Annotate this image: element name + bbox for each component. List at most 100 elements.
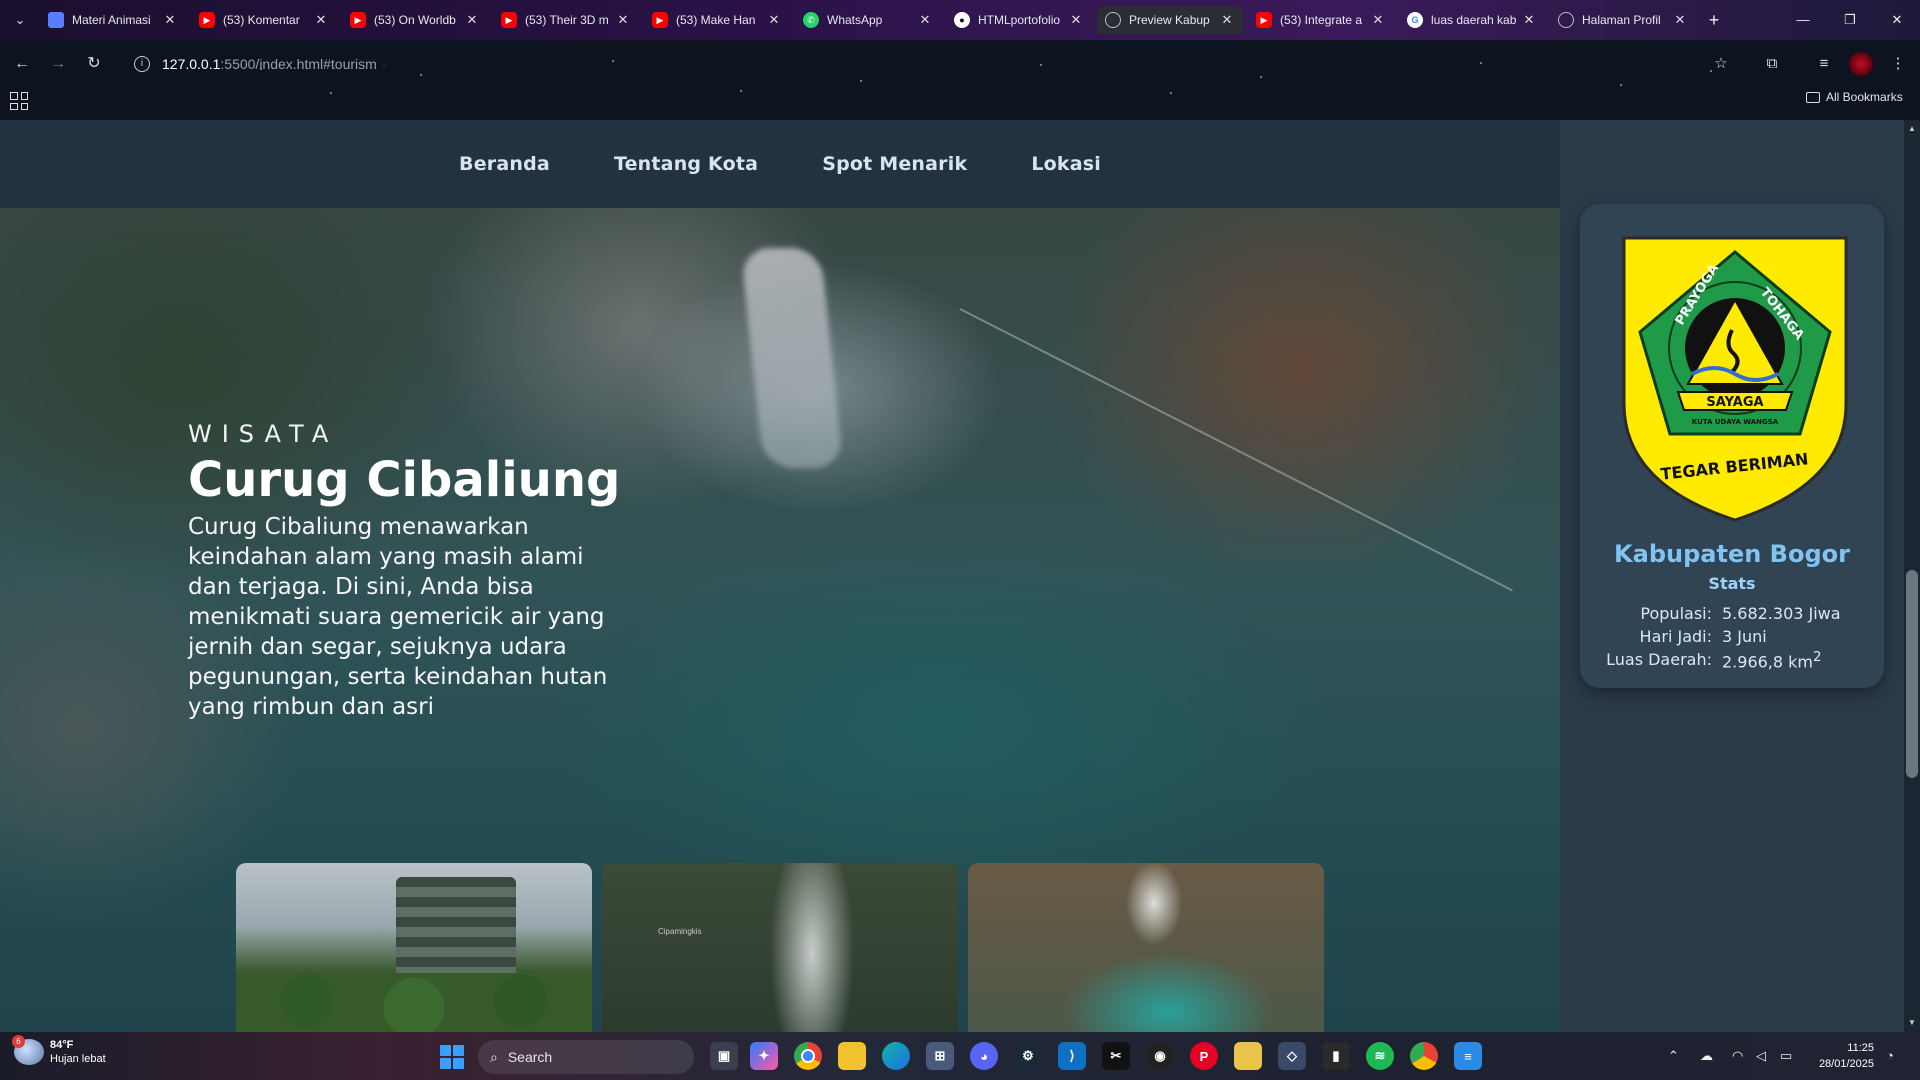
browser-tab[interactable]: ▶ (53) Their 3D m ✕ <box>493 6 639 34</box>
restore-button[interactable]: ❐ <box>1835 8 1865 32</box>
media-controls-icon[interactable]: ≡ <box>1810 50 1838 78</box>
store-icon[interactable]: ⊞ <box>926 1042 954 1070</box>
browser-tab[interactable]: Halaman Profil ✕ <box>1550 6 1696 34</box>
browser-tab[interactable]: ▶ (53) Integrate a ✕ <box>1248 6 1394 34</box>
tab-title: (53) Integrate a <box>1280 13 1363 27</box>
obs-icon[interactable]: ◉ <box>1146 1042 1174 1070</box>
nav-link-beranda[interactable]: Beranda <box>459 153 550 175</box>
globe-icon <box>1558 12 1574 28</box>
tab-close-icon[interactable]: ✕ <box>917 12 933 28</box>
browser-tab[interactable]: ✆ WhatsApp ✕ <box>795 6 941 34</box>
weather-badge: 6 <box>12 1035 25 1048</box>
chrome-active-icon[interactable] <box>1410 1042 1438 1070</box>
url-host: 127.0.0.1 <box>162 56 221 72</box>
nav-link-tentang-kota[interactable]: Tentang Kota <box>614 153 758 175</box>
stat-row-luas-daerah: Luas Daerah: 2.966,8 km2 <box>1580 650 1884 671</box>
chrome-icon[interactable] <box>794 1042 822 1070</box>
volume-icon[interactable]: ◁ <box>1756 1048 1766 1064</box>
tab-close-icon[interactable]: ✕ <box>766 12 782 28</box>
unity-icon[interactable]: ◇ <box>1278 1042 1306 1070</box>
url-path: :5500/index.html#tourism <box>220 56 377 72</box>
onedrive-offline-icon[interactable]: ☁ <box>1700 1048 1713 1064</box>
weather-rain-icon: 6 <box>12 1035 44 1065</box>
tab-close-icon[interactable]: ✕ <box>464 12 480 28</box>
nav-link-lokasi[interactable]: Lokasi <box>1031 153 1101 175</box>
tab-close-icon[interactable]: ✕ <box>1370 12 1386 28</box>
bookmark-star-icon[interactable]: ☆ <box>1707 50 1735 78</box>
notepad-icon[interactable]: ≡ <box>1454 1042 1482 1070</box>
tab-close-icon[interactable]: ✕ <box>1068 12 1084 28</box>
hero-waterfall-image <box>740 248 844 468</box>
notes-folder-icon[interactable] <box>1234 1042 1262 1070</box>
taskbar-clock[interactable]: 11:25 28/01/2025 <box>1812 1040 1874 1072</box>
task-view-icon[interactable]: ▣ <box>710 1042 738 1070</box>
edge-icon[interactable] <box>882 1042 910 1070</box>
spot-card-3[interactable] <box>968 863 1324 1032</box>
copilot-icon[interactable]: ✦ <box>750 1042 778 1070</box>
notification-bell-icon[interactable]: ◔ <box>1886 1048 1894 1063</box>
site-navbar: Beranda Tentang Kota Spot Menarik Lokasi <box>0 120 1560 208</box>
apps-grid-icon[interactable] <box>10 92 28 110</box>
tab-title: Halaman Profil <box>1582 13 1661 27</box>
capcut-icon[interactable]: ✂ <box>1102 1042 1130 1070</box>
site-info-icon[interactable]: i <box>134 56 150 72</box>
forward-button[interactable]: → <box>44 50 72 78</box>
hero-text: WISATA Curug Cibaliung Curug Cibaliung m… <box>188 420 628 722</box>
tab-title: HTMLportofolio <box>978 13 1061 27</box>
tray-chevron-icon[interactable]: ⌃ <box>1668 1048 1679 1064</box>
reload-button[interactable]: ↻ <box>80 50 108 78</box>
stats-heading: Stats <box>1708 574 1756 593</box>
scrollbar-thumb[interactable] <box>1906 570 1918 778</box>
browser-tab[interactable]: ▶ (53) Make Han ✕ <box>644 6 790 34</box>
clock-time: 11:25 <box>1847 1042 1874 1054</box>
tab-close-icon[interactable]: ✕ <box>1672 12 1688 28</box>
stat-value: 5.682.303 Jiwa <box>1722 604 1841 623</box>
taskbar-search-box[interactable]: ⌕ Search <box>478 1040 694 1074</box>
spot-card-2[interactable]: Cipamingkis <box>602 863 958 1032</box>
browser-tab[interactable]: ▶ (53) On Worldb ✕ <box>342 6 488 34</box>
new-tab-button[interactable]: + <box>1702 8 1726 32</box>
tab-close-icon[interactable]: ✕ <box>1521 12 1537 28</box>
tab-title: WhatsApp <box>827 13 883 27</box>
browser-tab[interactable]: ▶ (53) Komentar ✕ <box>191 6 337 34</box>
steam-icon[interactable]: ⚙ <box>1014 1042 1042 1070</box>
file-explorer-icon[interactable] <box>838 1042 866 1070</box>
pinterest-icon[interactable]: P <box>1190 1042 1218 1070</box>
spot-card-1[interactable] <box>236 863 592 1032</box>
stat-value: 3 Juni <box>1722 627 1767 646</box>
battery-icon[interactable]: ▭ <box>1780 1048 1792 1064</box>
wifi-icon[interactable]: ◠ <box>1732 1048 1743 1064</box>
back-button[interactable]: ← <box>8 50 36 78</box>
tablet-app-icon[interactable]: ▮ <box>1322 1042 1350 1070</box>
tab-close-icon[interactable]: ✕ <box>162 12 178 28</box>
browser-tab[interactable]: Materi Animasi ✕ <box>40 6 186 34</box>
trees-image <box>236 973 592 1032</box>
windows-start-icon[interactable] <box>440 1045 464 1069</box>
stat-value-wrap: 2.966,8 km2 <box>1722 650 1884 671</box>
weather-widget[interactable]: 6 84°F Hujan lebat <box>12 1035 106 1066</box>
github-icon: ● <box>954 12 970 28</box>
nav-link-spot-menarik[interactable]: Spot Menarik <box>822 153 967 175</box>
browser-tab[interactable]: Preview Kabup ✕ <box>1097 6 1243 34</box>
tab-close-icon[interactable]: ✕ <box>615 12 631 28</box>
hero-rope <box>959 308 1513 592</box>
scroll-up-arrow-icon[interactable]: ▲ <box>1904 122 1920 136</box>
tab-close-icon[interactable]: ✕ <box>313 12 329 28</box>
profile-avatar[interactable] <box>1849 52 1873 76</box>
address-bar[interactable]: i 127.0.0.1:5500/index.html#tourism <box>124 48 1786 80</box>
tab-close-icon[interactable]: ✕ <box>1219 12 1235 28</box>
vscode-icon[interactable]: ⟩ <box>1058 1042 1086 1070</box>
tab-search-chevron-icon[interactable]: ⌄ <box>8 8 32 32</box>
clock-date: 28/01/2025 <box>1818 1058 1874 1070</box>
spotify-icon[interactable]: ≋ <box>1366 1042 1394 1070</box>
close-window-button[interactable]: ✕ <box>1882 8 1912 32</box>
extensions-icon[interactable]: ⧉ <box>1758 50 1786 78</box>
menu-kebab-icon[interactable]: ⋮ <box>1884 50 1912 78</box>
scroll-down-arrow-icon[interactable]: ▼ <box>1904 1016 1920 1030</box>
all-bookmarks-button[interactable]: All Bookmarks <box>1806 90 1903 104</box>
discord-icon[interactable]: ◕ <box>970 1042 998 1070</box>
minimize-button[interactable]: — <box>1788 8 1818 32</box>
hero-eyebrow: WISATA <box>188 420 339 448</box>
browser-tab[interactable]: Gluas daerah kab ✕ <box>1399 6 1545 34</box>
browser-tab[interactable]: ● HTMLportofolio ✕ <box>946 6 1092 34</box>
